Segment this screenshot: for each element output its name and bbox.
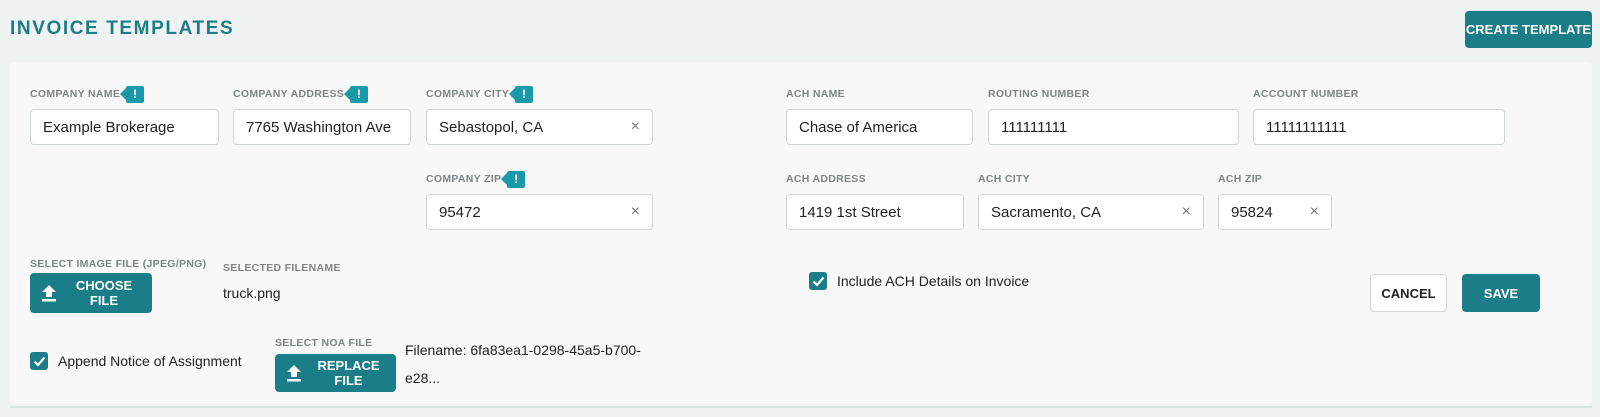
company-zip-field: COMPANY ZIP ! 95472 × xyxy=(426,170,653,230)
selected-filename-label: SELECTED FILENAME xyxy=(223,262,341,274)
upload-icon xyxy=(285,364,303,382)
routing-number-field: ROUTING NUMBER 111111111 xyxy=(988,87,1239,145)
include-ach-label: Include ACH Details on Invoice xyxy=(837,273,1030,289)
append-noa-checkbox[interactable] xyxy=(30,352,48,370)
checkmark-icon xyxy=(33,356,45,367)
company-address-label: COMPANY ADDRESS ! xyxy=(233,85,369,103)
clear-icon[interactable]: × xyxy=(1310,204,1319,220)
ach-address-input[interactable]: 1419 1st Street xyxy=(786,194,964,230)
ach-address-label: ACH ADDRESS xyxy=(786,173,866,185)
ach-name-label: ACH NAME xyxy=(786,88,845,100)
select-image-label: SELECT IMAGE FILE (JPEG/PNG) xyxy=(30,258,207,270)
append-noa-label: Append Notice of Assignment xyxy=(58,353,242,369)
ach-city-select[interactable]: Sacramento, CA × xyxy=(978,194,1204,230)
ach-city-label: ACH CITY xyxy=(978,173,1030,185)
routing-number-label: ROUTING NUMBER xyxy=(988,88,1090,100)
select-noa-label: SELECT NOA FILE xyxy=(275,337,373,349)
ach-city-field: ACH CITY Sacramento, CA × xyxy=(978,172,1204,230)
checkmark-icon xyxy=(812,276,824,287)
exclamation-flag-icon: ! xyxy=(509,85,534,103)
routing-number-input[interactable]: 111111111 xyxy=(988,109,1239,145)
choose-file-button[interactable]: CHOOSE FILE xyxy=(30,273,152,313)
company-address-field: COMPANY ADDRESS ! 7765 Washington Ave xyxy=(233,85,411,145)
noa-filename-line2: e28... xyxy=(405,370,441,386)
noa-filename-line1: Filename: 6fa83ea1-0298-45a5-b700- xyxy=(405,342,641,358)
ach-zip-select[interactable]: 95824 × xyxy=(1218,194,1332,230)
company-zip-label: COMPANY ZIP ! xyxy=(426,170,526,188)
cancel-button[interactable]: CANCEL xyxy=(1370,274,1447,312)
include-ach-checkbox[interactable] xyxy=(809,272,827,290)
create-template-button[interactable]: CREATE TEMPLATE xyxy=(1465,11,1592,48)
include-ach-checkbox-row[interactable]: Include ACH Details on Invoice xyxy=(809,272,1029,290)
append-noa-checkbox-row[interactable]: Append Notice of Assignment xyxy=(30,352,242,370)
selected-filename-value: truck.png xyxy=(223,285,281,301)
upload-icon xyxy=(40,284,58,302)
template-card: COMPANY NAME ! Example Brokerage COMPANY… xyxy=(10,62,1592,404)
account-number-label: ACCOUNT NUMBER xyxy=(1253,88,1359,100)
company-name-label: COMPANY NAME ! xyxy=(30,85,145,103)
account-number-field: ACCOUNT NUMBER 11111111111 xyxy=(1253,87,1505,145)
exclamation-flag-icon: ! xyxy=(344,85,369,103)
company-city-select[interactable]: Sebastopol, CA × xyxy=(426,109,653,145)
company-zip-select[interactable]: 95472 × xyxy=(426,194,653,230)
card-divider xyxy=(10,406,1592,408)
exclamation-flag-icon: ! xyxy=(120,85,145,103)
save-button[interactable]: SAVE xyxy=(1462,274,1540,312)
company-address-input[interactable]: 7765 Washington Ave xyxy=(233,109,411,145)
company-name-input[interactable]: Example Brokerage xyxy=(30,109,219,145)
account-number-input[interactable]: 11111111111 xyxy=(1253,109,1505,145)
page-title: INVOICE TEMPLATES xyxy=(10,18,235,39)
company-city-label: COMPANY CITY ! xyxy=(426,85,534,103)
ach-zip-label: ACH ZIP xyxy=(1218,173,1263,185)
company-city-field: COMPANY CITY ! Sebastopol, CA × xyxy=(426,85,653,145)
exclamation-flag-icon: ! xyxy=(501,170,526,188)
ach-name-field: ACH NAME Chase of America xyxy=(786,87,973,145)
clear-icon[interactable]: × xyxy=(631,119,640,135)
ach-name-input[interactable]: Chase of America xyxy=(786,109,973,145)
company-name-field: COMPANY NAME ! Example Brokerage xyxy=(30,85,219,145)
ach-zip-field: ACH ZIP 95824 × xyxy=(1218,172,1332,230)
replace-file-button[interactable]: REPLACE FILE xyxy=(275,354,396,392)
ach-address-field: ACH ADDRESS 1419 1st Street xyxy=(786,172,964,230)
clear-icon[interactable]: × xyxy=(1182,204,1191,220)
clear-icon[interactable]: × xyxy=(631,204,640,220)
